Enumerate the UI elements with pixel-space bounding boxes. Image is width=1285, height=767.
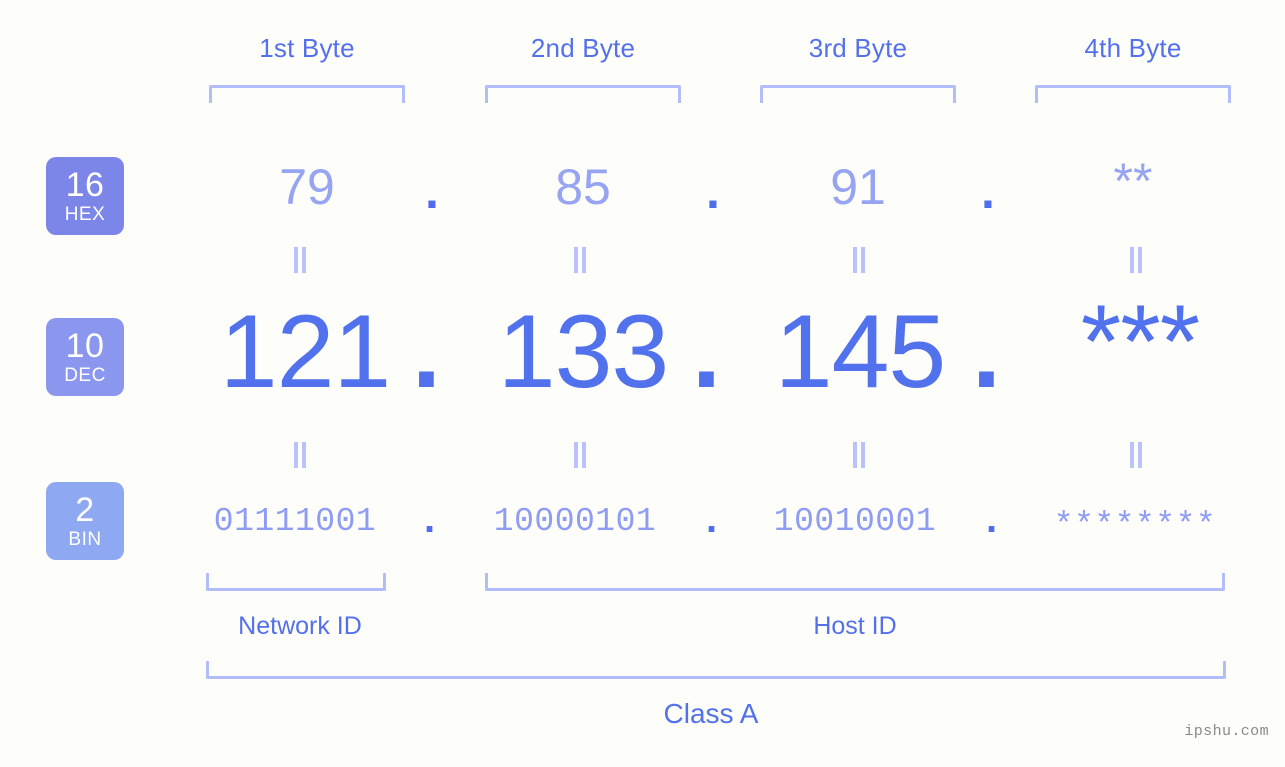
dec-value-byte-1: 121	[219, 294, 392, 410]
byte-header-3: 3rd Byte	[808, 33, 908, 63]
dec-value-byte-2: 133	[497, 294, 670, 410]
network-id-bracket	[206, 573, 386, 591]
byte-header-1: 1st Byte	[259, 33, 355, 63]
hex-separator-1: .	[425, 163, 439, 219]
bin-row: 01111001 . 10000101 . 10010001 . *******…	[0, 499, 1285, 548]
class-bracket	[206, 661, 1226, 679]
hex-separator-3: .	[981, 163, 995, 219]
byte-header-2: 2nd Byte	[530, 33, 636, 63]
dec-value-byte-4: ***	[1080, 284, 1200, 400]
equals-icon-dec-bin-1	[292, 442, 308, 468]
equals-icon-dec-bin-4	[1128, 442, 1144, 468]
hex-value-byte-1: 79	[279, 159, 335, 215]
bin-separator-1: .	[424, 497, 436, 541]
equals-icon-dec-bin-2	[572, 442, 588, 468]
hex-row: 79 . 85 . 91 . **	[0, 153, 1285, 220]
dec-separator-2: .	[692, 294, 721, 410]
equals-icon-hex-dec-2	[572, 247, 588, 273]
bin-value-byte-1: 01111001	[213, 503, 377, 540]
hex-separator-2: .	[706, 163, 720, 219]
network-id-label: Network ID	[238, 612, 362, 640]
byte-bracket-4	[1035, 85, 1231, 103]
byte-header-4: 4th Byte	[1084, 33, 1182, 63]
bin-value-byte-4: ********	[1053, 507, 1217, 544]
dec-separator-3: .	[972, 294, 1001, 410]
hex-value-byte-3: 91	[830, 159, 886, 215]
equals-icon-hex-dec-4	[1128, 247, 1144, 273]
ip-byte-diagram: 1st Byte 2nd Byte 3rd Byte 4th Byte 16 H…	[0, 0, 1285, 767]
bin-separator-2: .	[706, 497, 718, 541]
bin-value-byte-3: 10010001	[773, 503, 937, 540]
byte-bracket-1	[209, 85, 405, 103]
host-id-bracket	[485, 573, 1225, 591]
host-id-label: Host ID	[813, 612, 897, 640]
dec-value-byte-3: 145	[774, 294, 947, 410]
equals-icon-hex-dec-1	[292, 247, 308, 273]
bin-separator-3: .	[986, 497, 998, 541]
dec-separator-1: .	[412, 294, 441, 410]
equals-icon-dec-bin-3	[851, 442, 867, 468]
equals-icon-hex-dec-3	[851, 247, 867, 273]
watermark: ipshu.com	[1184, 723, 1269, 740]
class-label: Class A	[663, 698, 759, 729]
byte-bracket-2	[485, 85, 681, 103]
hex-value-byte-4: **	[1113, 153, 1153, 209]
bin-value-byte-2: 10000101	[493, 503, 657, 540]
byte-bracket-3	[760, 85, 956, 103]
dec-row: 121 . 133 . 145 . ***	[0, 290, 1285, 420]
hex-value-byte-2: 85	[555, 159, 611, 215]
